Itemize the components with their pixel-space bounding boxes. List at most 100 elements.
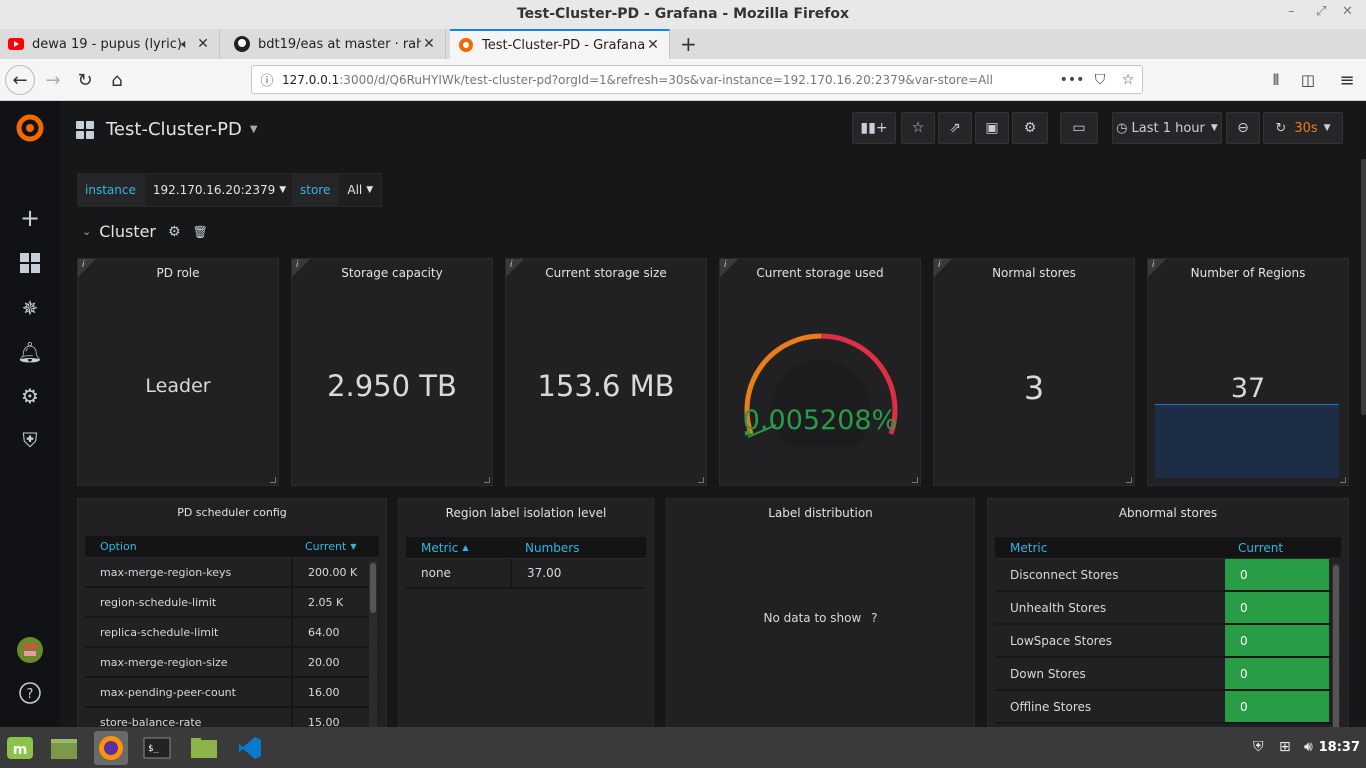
panel-label-distribution[interactable]: Label distribution No data to show ?: [666, 498, 975, 727]
panel-normal-stores[interactable]: i Normal stores 3: [933, 258, 1135, 486]
url-bar[interactable]: ⓘ 127.0.0.1:3000/d/Q6RuHYIWk/test-cluste…: [251, 65, 1143, 94]
mint-menu-icon[interactable]: m: [3, 731, 37, 765]
table-scrollbar[interactable]: [369, 561, 377, 727]
tab-youtube[interactable]: dewa 19 - pupus (lyric) - Yo 🔈︎ ✕: [0, 29, 220, 59]
configuration-gear-icon[interactable]: ⚙: [15, 381, 45, 411]
reload-icon[interactable]: ↻: [72, 67, 98, 93]
shield-update-icon[interactable]: ⛨: [1253, 739, 1264, 755]
close-tab-icon[interactable]: ✕: [645, 37, 661, 53]
gauge-value: 0.005208%: [742, 405, 898, 436]
network-icon[interactable]: ⊞: [1279, 739, 1291, 755]
star-dashboard-button[interactable]: ☆: [901, 112, 935, 144]
zoom-out-button[interactable]: ⊖: [1226, 112, 1260, 144]
window-titlebar: Test-Cluster-PD - Grafana - Mozilla Fire…: [0, 0, 1366, 29]
scrollbar-thumb[interactable]: [370, 563, 376, 613]
close-window-icon[interactable]: ✕: [1342, 4, 1353, 19]
pocket-icon[interactable]: ⛉: [1086, 72, 1114, 88]
panel-current-storage-used[interactable]: i Current storage used 0.005208%: [719, 258, 921, 486]
bookmark-star-icon[interactable]: ☆: [1114, 72, 1142, 88]
column-current[interactable]: Current ▼: [291, 536, 379, 557]
row-delete-trash-icon[interactable]: 🗑︎: [193, 225, 208, 239]
close-tab-icon[interactable]: ✕: [421, 36, 437, 52]
share-dashboard-button[interactable]: ⇗: [938, 112, 972, 144]
table-row: LowSpace Stores 0: [995, 625, 1341, 658]
panel-abnormal-stores[interactable]: Abnormal stores Metric Current Disconnec…: [987, 498, 1349, 727]
explore-compass-icon[interactable]: ✵: [15, 293, 45, 323]
add-panel-button[interactable]: ▮▮+: [852, 112, 896, 144]
cell-current: 0: [1225, 658, 1329, 689]
column-option[interactable]: Option: [85, 536, 291, 557]
caret-down-icon: ▼: [279, 185, 287, 195]
resize-handle[interactable]: [698, 477, 704, 483]
panel-current-storage-size[interactable]: i Current storage size 153.6 MB: [505, 258, 707, 486]
resize-handle[interactable]: [1340, 477, 1346, 483]
show-desktop-icon[interactable]: [47, 731, 81, 765]
tab-grafana[interactable]: Test-Cluster-PD - Grafana ✕: [450, 29, 670, 59]
panel-pd-scheduler-config[interactable]: PD scheduler config Option Current ▼ max-…: [77, 498, 387, 727]
sort-desc-icon: ▼: [350, 542, 357, 551]
dashboard-title-picker[interactable]: Test-Cluster-PD ▼: [76, 119, 258, 140]
library-icon[interactable]: ⫴: [1263, 67, 1289, 93]
files-icon[interactable]: [187, 731, 221, 765]
variable-value[interactable]: All ▼: [338, 173, 383, 207]
tab-github[interactable]: bdt19/eas at master · rahadia ✕: [226, 29, 446, 59]
forward-icon[interactable]: →: [40, 67, 66, 93]
resize-handle[interactable]: [912, 477, 918, 483]
volume-icon[interactable]: 🔊︎: [1304, 739, 1313, 755]
grafana-logo-icon[interactable]: [15, 113, 45, 143]
panel-title: Label distribution: [768, 506, 873, 520]
table-scrollbar[interactable]: [1332, 563, 1340, 727]
resize-handle[interactable]: [1126, 477, 1132, 483]
table-row: max-merge-region-size 20.00: [85, 648, 379, 678]
row-header-cluster[interactable]: ⌄ Cluster ⚙ 🗑︎: [82, 222, 208, 241]
alerting-bell-icon[interactable]: 🔔︎: [15, 337, 45, 367]
cell-current: 2.05 K: [291, 588, 365, 616]
firefox-taskbar-icon[interactable]: [94, 731, 128, 765]
refresh-picker[interactable]: ↻ 30s ▼: [1263, 112, 1343, 144]
column-metric[interactable]: Metric: [995, 537, 1223, 558]
terminal-icon[interactable]: $_: [140, 731, 174, 765]
cycle-view-mode-button[interactable]: ▭: [1060, 112, 1098, 144]
dashboard-settings-button[interactable]: ⚙: [1012, 112, 1048, 144]
cell-option: max-merge-region-keys: [100, 565, 232, 579]
row-settings-gear-icon[interactable]: ⚙: [168, 224, 181, 240]
panel-storage-capacity[interactable]: i Storage capacity 2.950 TB: [291, 258, 493, 486]
resize-handle[interactable]: [270, 477, 276, 483]
minimize-icon[interactable]: –: [1288, 4, 1295, 19]
home-icon[interactable]: ⌂: [104, 67, 130, 93]
save-dashboard-button[interactable]: ▣: [975, 112, 1009, 144]
menu-icon[interactable]: ≡: [1334, 67, 1360, 93]
back-icon[interactable]: ←: [5, 65, 35, 95]
sidebar-toggle-icon[interactable]: ◫: [1295, 67, 1321, 93]
question-circle-icon[interactable]: ?: [871, 611, 877, 625]
help-icon[interactable]: ?: [15, 678, 45, 708]
variable-instance[interactable]: instance 192.170.16.20:2379 ▼: [77, 173, 296, 207]
close-tab-icon[interactable]: ✕: [195, 36, 211, 52]
dashboard-area: Test-Cluster-PD ▼ ▮▮+ ☆ ⇗ ▣ ⚙ ▭ ◷ Last 1…: [60, 101, 1366, 727]
column-metric[interactable]: Metric ▲: [406, 537, 510, 558]
speaker-icon[interactable]: 🔈︎: [181, 37, 189, 52]
variable-value[interactable]: 192.170.16.20:2379 ▼: [143, 173, 296, 207]
site-info-icon[interactable]: ⓘ: [252, 70, 282, 89]
panel-number-of-regions[interactable]: i Number of Regions 37: [1147, 258, 1349, 486]
variable-store[interactable]: store All ▼: [292, 173, 383, 207]
dashboards-icon[interactable]: [15, 248, 45, 278]
column-numbers[interactable]: Numbers: [510, 537, 646, 558]
resize-handle[interactable]: [484, 477, 490, 483]
column-current[interactable]: Current: [1223, 537, 1327, 558]
svg-text:m: m: [13, 742, 28, 758]
panel-region-label-isolation[interactable]: Region label isolation level Metric ▲ Num…: [398, 498, 654, 727]
panel-pd-role[interactable]: i PD role Leader: [77, 258, 279, 486]
page-scrollbar[interactable]: [1361, 159, 1366, 415]
clock[interactable]: 18:37: [1319, 740, 1360, 755]
server-admin-shield-icon[interactable]: ⛨: [15, 425, 45, 455]
page-actions-icon[interactable]: •••: [1058, 72, 1086, 88]
create-icon[interactable]: +: [15, 203, 45, 233]
url-text[interactable]: 127.0.0.1:3000/d/Q6RuHYIWk/test-cluster-…: [282, 73, 1058, 87]
restore-icon[interactable]: ⤢: [1316, 4, 1326, 19]
vscode-icon[interactable]: [233, 731, 267, 765]
scrollbar-thumb[interactable]: [1333, 565, 1339, 727]
new-tab-icon[interactable]: +: [680, 32, 697, 56]
user-avatar[interactable]: [15, 635, 45, 665]
time-range-picker[interactable]: ◷ Last 1 hour ▼: [1112, 112, 1222, 144]
